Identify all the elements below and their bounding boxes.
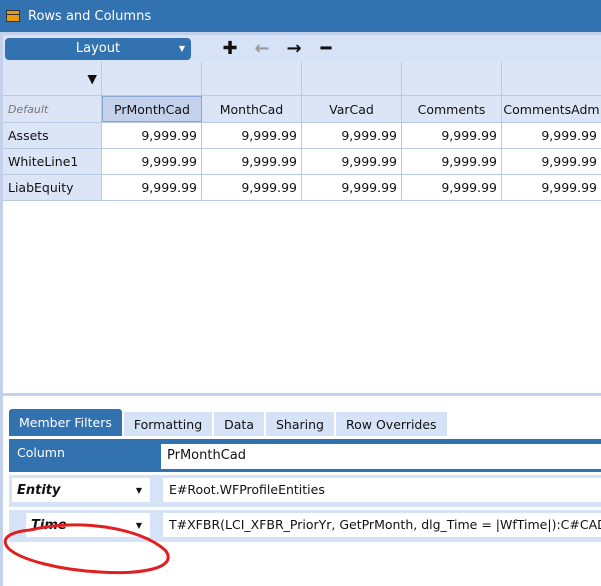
- layout-grid: ▼ Default PrMonthCad MonthCad VarCad Com…: [3, 62, 601, 201]
- data-cell[interactable]: 9,999.99: [102, 149, 202, 174]
- column-header[interactable]: Comments: [402, 96, 502, 122]
- column-header[interactable]: CommentsAdm: [502, 96, 601, 122]
- data-cell[interactable]: 9,999.99: [202, 175, 302, 200]
- tab-member-filters[interactable]: Member Filters: [9, 409, 122, 436]
- column-label: Column: [17, 445, 65, 460]
- row-header[interactable]: LiabEquity: [3, 175, 102, 200]
- data-cell[interactable]: 9,999.99: [502, 123, 601, 148]
- header-cell[interactable]: [202, 62, 302, 95]
- tab-row-overrides[interactable]: Row Overrides: [336, 412, 447, 436]
- header-cell[interactable]: [102, 62, 202, 95]
- entity-filter-input[interactable]: E#Root.WFProfileEntities: [163, 478, 601, 502]
- red-annotation-circle: [3, 523, 170, 575]
- window-title: Rows and Columns: [28, 8, 152, 24]
- data-cell[interactable]: 9,999.99: [302, 175, 402, 200]
- table-row: Assets 9,999.99 9,999.99 9,999.99 9,999.99 9…: [3, 123, 601, 149]
- tab-data[interactable]: Data: [214, 412, 264, 436]
- column-name-input[interactable]: PrMonthCad: [161, 444, 601, 469]
- corner-label: Default: [3, 96, 102, 122]
- layout-dropdown[interactable]: Layout ▼: [5, 37, 191, 60]
- column-header[interactable]: VarCad: [302, 96, 402, 122]
- title-bar: Rows and Columns: [0, 0, 601, 32]
- plus-icon[interactable]: ✚: [221, 38, 239, 59]
- column-header[interactable]: MonthCad: [202, 96, 302, 122]
- chevron-down-icon: ▼: [178, 44, 185, 53]
- column-name-row: Column PrMonthCad: [9, 439, 601, 472]
- arrow-left-icon[interactable]: ←: [253, 38, 271, 59]
- filter-icon[interactable]: ▼: [3, 62, 102, 95]
- data-cell[interactable]: 9,999.99: [102, 123, 202, 148]
- chevron-down-icon: ▼: [135, 485, 142, 495]
- filter-row: ▼: [3, 62, 601, 96]
- header-cell[interactable]: [402, 62, 502, 95]
- data-cell[interactable]: 9,999.99: [402, 123, 502, 148]
- data-cell[interactable]: 9,999.99: [202, 149, 302, 174]
- data-cell[interactable]: 9,999.99: [302, 123, 402, 148]
- tab-bar: Member Filters Formatting Data Sharing R…: [9, 409, 449, 436]
- row-header[interactable]: WhiteLine1: [3, 149, 102, 174]
- data-cell[interactable]: 9,999.99: [302, 149, 402, 174]
- time-filter-input[interactable]: T#XFBR(LCI_XFBR_PriorYr, GetPrMonth, dlg…: [163, 513, 601, 537]
- data-cell[interactable]: 9,999.99: [202, 123, 302, 148]
- entity-filter-row: Entity ▼ E#Root.WFProfileEntities: [9, 475, 601, 507]
- toolbar: Layout ▼ ✚ ← → ━: [3, 35, 601, 62]
- data-cell[interactable]: 9,999.99: [402, 175, 502, 200]
- header-cell[interactable]: [302, 62, 402, 95]
- minus-icon[interactable]: ━: [317, 38, 335, 59]
- data-cell[interactable]: 9,999.99: [502, 175, 601, 200]
- data-cell[interactable]: 9,999.99: [502, 149, 601, 174]
- tab-sharing[interactable]: Sharing: [266, 412, 334, 436]
- header-cell[interactable]: [502, 62, 601, 95]
- tab-formatting[interactable]: Formatting: [123, 412, 213, 436]
- entity-dimension-select[interactable]: Entity ▼: [12, 478, 150, 502]
- data-cell[interactable]: 9,999.99: [402, 149, 502, 174]
- column-header[interactable]: PrMonthCad: [102, 96, 202, 122]
- data-cell[interactable]: 9,999.99: [102, 175, 202, 200]
- row-header[interactable]: Assets: [3, 123, 102, 148]
- table-row: WhiteLine1 9,999.99 9,999.99 9,999.99 9,999…: [3, 149, 601, 175]
- column-header-row: Default PrMonthCad MonthCad VarCad Comme…: [3, 96, 601, 123]
- layout-label: Layout: [75, 41, 121, 56]
- arrow-right-icon[interactable]: →: [285, 38, 303, 59]
- entity-label: Entity: [17, 482, 61, 498]
- rows-columns-icon: [6, 10, 20, 22]
- table-row: LiabEquity 9,999.99 9,999.99 9,999.99 9,999…: [3, 175, 601, 201]
